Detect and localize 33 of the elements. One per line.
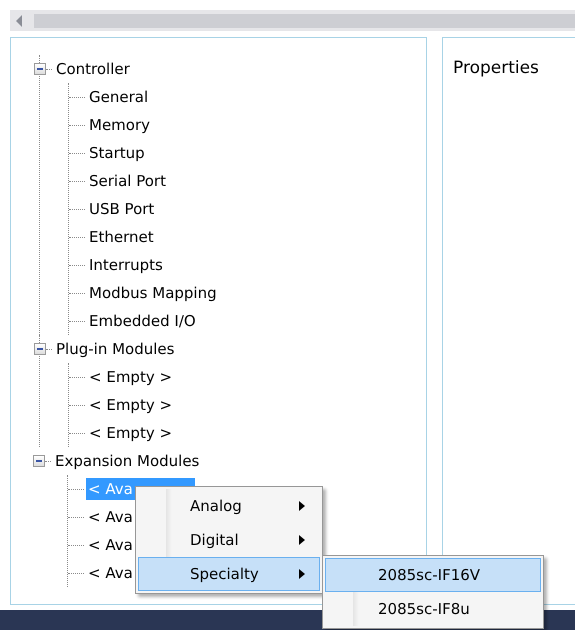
submenu-arrow-icon	[299, 501, 305, 511]
tree-item[interactable]: Serial Port	[87, 170, 168, 192]
tree-item[interactable]: Embedded I/O	[87, 310, 198, 332]
tree-item[interactable]: Plug-in Modules	[54, 338, 176, 360]
tree-item[interactable]: < Ava	[86, 534, 135, 556]
tree-item[interactable]: < Ava	[86, 562, 135, 584]
tree-item[interactable]: Ethernet	[87, 226, 156, 248]
tree-item[interactable]: < Empty >	[87, 366, 174, 388]
menu-item[interactable]: Digital	[138, 523, 320, 557]
scrollbar-thumb[interactable]	[34, 14, 575, 28]
scroll-left-icon[interactable]	[14, 14, 24, 28]
tree-item[interactable]: Modbus Mapping	[87, 282, 219, 304]
collapse-icon[interactable]	[34, 63, 46, 75]
menu-item[interactable]: Analog	[138, 489, 320, 523]
submenu-arrow-icon	[299, 569, 305, 579]
tree-item[interactable]: < Empty >	[87, 422, 174, 444]
tree-item[interactable]: Startup	[87, 142, 147, 164]
tree-item[interactable]: Controller	[54, 58, 132, 80]
menu-item[interactable]: 2085sc-IF16V	[325, 558, 541, 592]
menu-item[interactable]: 2085sc-IF8u	[325, 592, 541, 626]
tree-item[interactable]: Memory	[87, 114, 152, 136]
submenu-arrow-icon	[299, 535, 305, 545]
collapse-icon[interactable]	[33, 455, 45, 467]
tree-item[interactable]: USB Port	[87, 198, 156, 220]
menu-item[interactable]: Specialty	[138, 557, 320, 591]
tree-item[interactable]: Expansion Modules	[53, 450, 202, 472]
tree-item[interactable]: General	[87, 86, 150, 108]
tree-item[interactable]: < Empty >	[87, 394, 174, 416]
collapse-icon[interactable]	[34, 343, 46, 355]
tree-item[interactable]: Interrupts	[87, 254, 165, 276]
horizontal-scrollbar[interactable]	[10, 10, 575, 31]
panel-title: Properties	[453, 57, 540, 80]
tree-item[interactable]: < Ava	[86, 506, 135, 528]
